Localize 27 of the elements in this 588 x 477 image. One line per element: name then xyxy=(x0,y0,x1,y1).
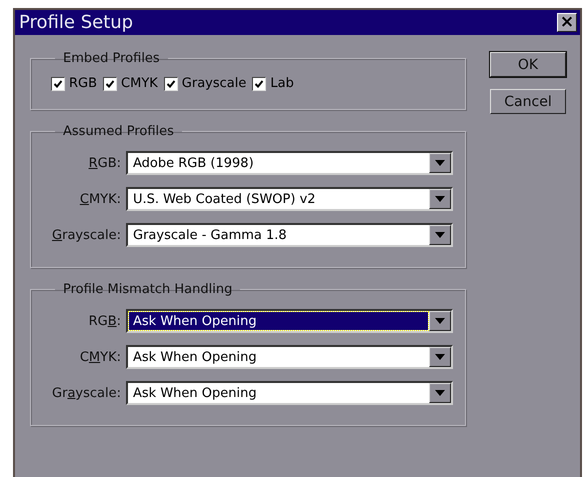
window-title: Profile Setup xyxy=(19,12,134,33)
dropdown[interactable]: Adobe RGB (1998) xyxy=(126,151,453,175)
dropdown[interactable]: Ask When Opening xyxy=(126,309,453,333)
checkbox-label: RGB xyxy=(69,76,98,91)
field-label: Grayscale: xyxy=(51,386,122,400)
field-label: RGB: xyxy=(88,156,122,170)
group-title: Assumed Profiles xyxy=(62,124,175,139)
field-label: RGB: xyxy=(88,314,122,328)
checkbox[interactable] xyxy=(164,76,178,90)
group-title: Embed Profiles xyxy=(62,51,161,66)
dropdown[interactable]: Ask When Opening xyxy=(126,381,453,405)
checkbox-label: CMYK xyxy=(121,76,158,91)
dropdown[interactable]: U.S. Web Coated (SWOP) v2 xyxy=(126,187,453,211)
checkbox[interactable] xyxy=(51,76,65,90)
field-label: CMYK: xyxy=(78,192,122,206)
field-label: CMYK: xyxy=(78,350,122,364)
group-title: Profile Mismatch Handling xyxy=(62,282,234,297)
checkbox-label: Grayscale xyxy=(182,76,246,91)
dropdown[interactable]: Grayscale - Gamma 1.8 xyxy=(126,223,453,247)
checkbox[interactable] xyxy=(103,76,118,90)
checkbox[interactable] xyxy=(252,76,266,90)
checkbox-label: Lab xyxy=(270,76,294,91)
dialog-button[interactable]: Cancel xyxy=(490,89,566,114)
dialog-button[interactable]: OK xyxy=(490,52,566,77)
field-label: Grayscale: xyxy=(51,228,122,242)
close-button[interactable]: × xyxy=(557,13,577,32)
dropdown[interactable]: Ask When Opening xyxy=(126,345,453,369)
